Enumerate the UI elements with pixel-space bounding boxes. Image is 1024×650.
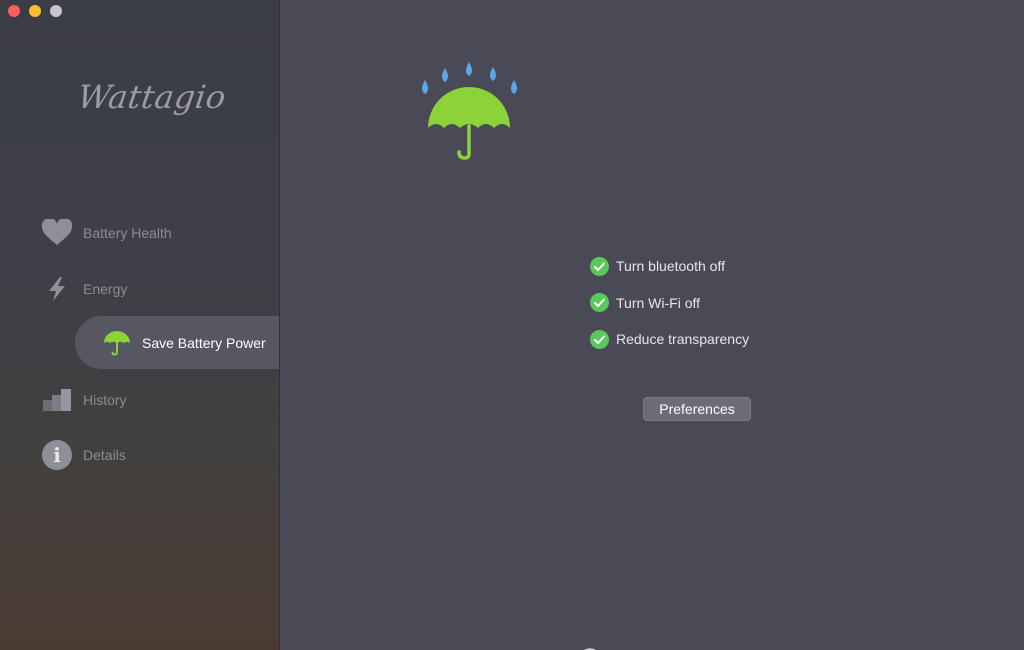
- umbrella-rain-icon: [410, 58, 530, 168]
- checklist: Turn bluetooth off Turn Wi-Fi off Reduce…: [590, 256, 749, 366]
- umbrella-icon: [102, 328, 132, 358]
- sidebar-item-save-battery-power[interactable]: Save Battery Power: [75, 316, 279, 369]
- bottom-edge-decoration: [570, 640, 1024, 650]
- minimize-window-button[interactable]: [29, 5, 41, 17]
- checklist-item-label: Turn Wi-Fi off: [616, 294, 701, 311]
- sidebar-item-details[interactable]: i Details: [40, 438, 126, 472]
- sidebar-item-energy[interactable]: Energy: [40, 272, 127, 306]
- checklist-item-bluetooth[interactable]: Turn bluetooth off: [590, 256, 749, 276]
- checkmark-icon: [590, 256, 609, 276]
- sidebar-item-battery-health[interactable]: Battery Health: [40, 216, 172, 250]
- heart-icon: [40, 216, 74, 250]
- checklist-item-label: Turn bluetooth off: [616, 258, 725, 274]
- sidebar-item-label: History: [83, 392, 127, 408]
- zoom-window-button[interactable]: [50, 5, 62, 17]
- sidebar-item-label: Energy: [83, 281, 128, 297]
- lightning-icon: [40, 272, 74, 306]
- sidebar: Wattagio Battery Health Energy Save Batt…: [0, 0, 280, 650]
- svg-text:i: i: [53, 443, 61, 467]
- sidebar-item-label: Details: [83, 447, 126, 463]
- checkmark-icon: [590, 293, 609, 312]
- checklist-item-transparency[interactable]: Reduce transparency: [590, 329, 749, 349]
- sidebar-item-label: Battery Health: [83, 225, 172, 241]
- bar-chart-icon: [40, 383, 74, 417]
- sidebar-item-history[interactable]: History: [40, 383, 127, 417]
- preferences-button[interactable]: Preferences: [643, 397, 751, 421]
- app-logo: Wattagio: [75, 78, 229, 116]
- close-window-button[interactable]: [8, 5, 20, 17]
- checklist-item-label: Reduce transparency: [616, 331, 750, 347]
- sidebar-item-label: Save Battery Power: [142, 334, 266, 351]
- checklist-item-wifi[interactable]: Turn Wi-Fi off: [590, 293, 749, 313]
- checkmark-icon: [590, 329, 609, 349]
- window-controls: [8, 5, 62, 17]
- info-icon: i: [40, 438, 74, 472]
- app-window: Wattagio Battery Health Energy Save Batt…: [0, 0, 1024, 650]
